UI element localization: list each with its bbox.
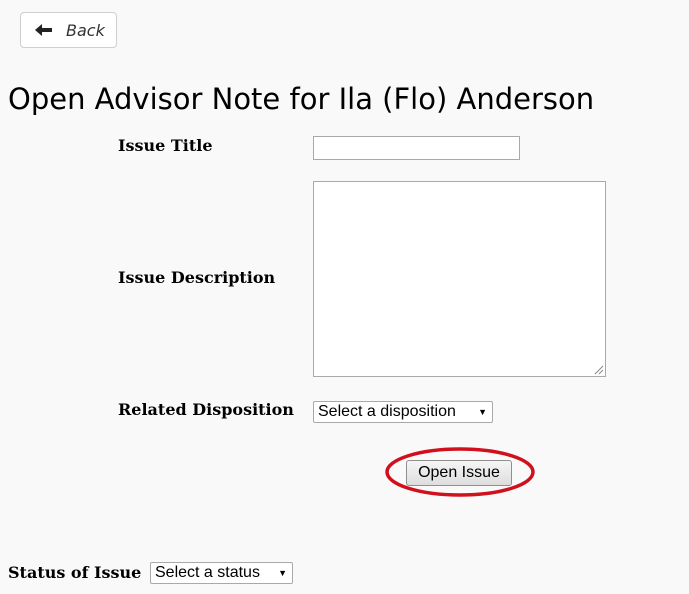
resize-grip-icon[interactable] — [594, 365, 604, 375]
status-select[interactable]: Select a status ▼ — [150, 562, 293, 584]
back-button[interactable]: Back — [20, 12, 117, 48]
issue-description-label: Issue Description — [118, 268, 276, 287]
open-issue-button-label: Open Issue — [418, 464, 500, 481]
issue-description-textarea[interactable] — [313, 181, 606, 377]
open-issue-button[interactable]: Open Issue — [406, 460, 512, 486]
disposition-select[interactable]: Select a disposition ▼ — [313, 401, 493, 423]
status-select-value: Select a status — [155, 564, 260, 581]
back-button-label: Back — [66, 21, 105, 40]
arrow-left-icon — [35, 24, 52, 36]
dropdown-caret-icon: ▼ — [478, 407, 487, 417]
dropdown-caret-icon: ▼ — [278, 568, 287, 578]
disposition-select-value: Select a disposition — [318, 403, 456, 420]
page-title: Open Advisor Note for Ila (Flo) Anderson — [8, 82, 595, 116]
issue-title-input[interactable] — [313, 136, 520, 160]
related-disposition-label: Related Disposition — [118, 400, 294, 419]
status-of-issue-label: Status of Issue — [8, 563, 142, 582]
issue-title-label: Issue Title — [118, 136, 213, 155]
